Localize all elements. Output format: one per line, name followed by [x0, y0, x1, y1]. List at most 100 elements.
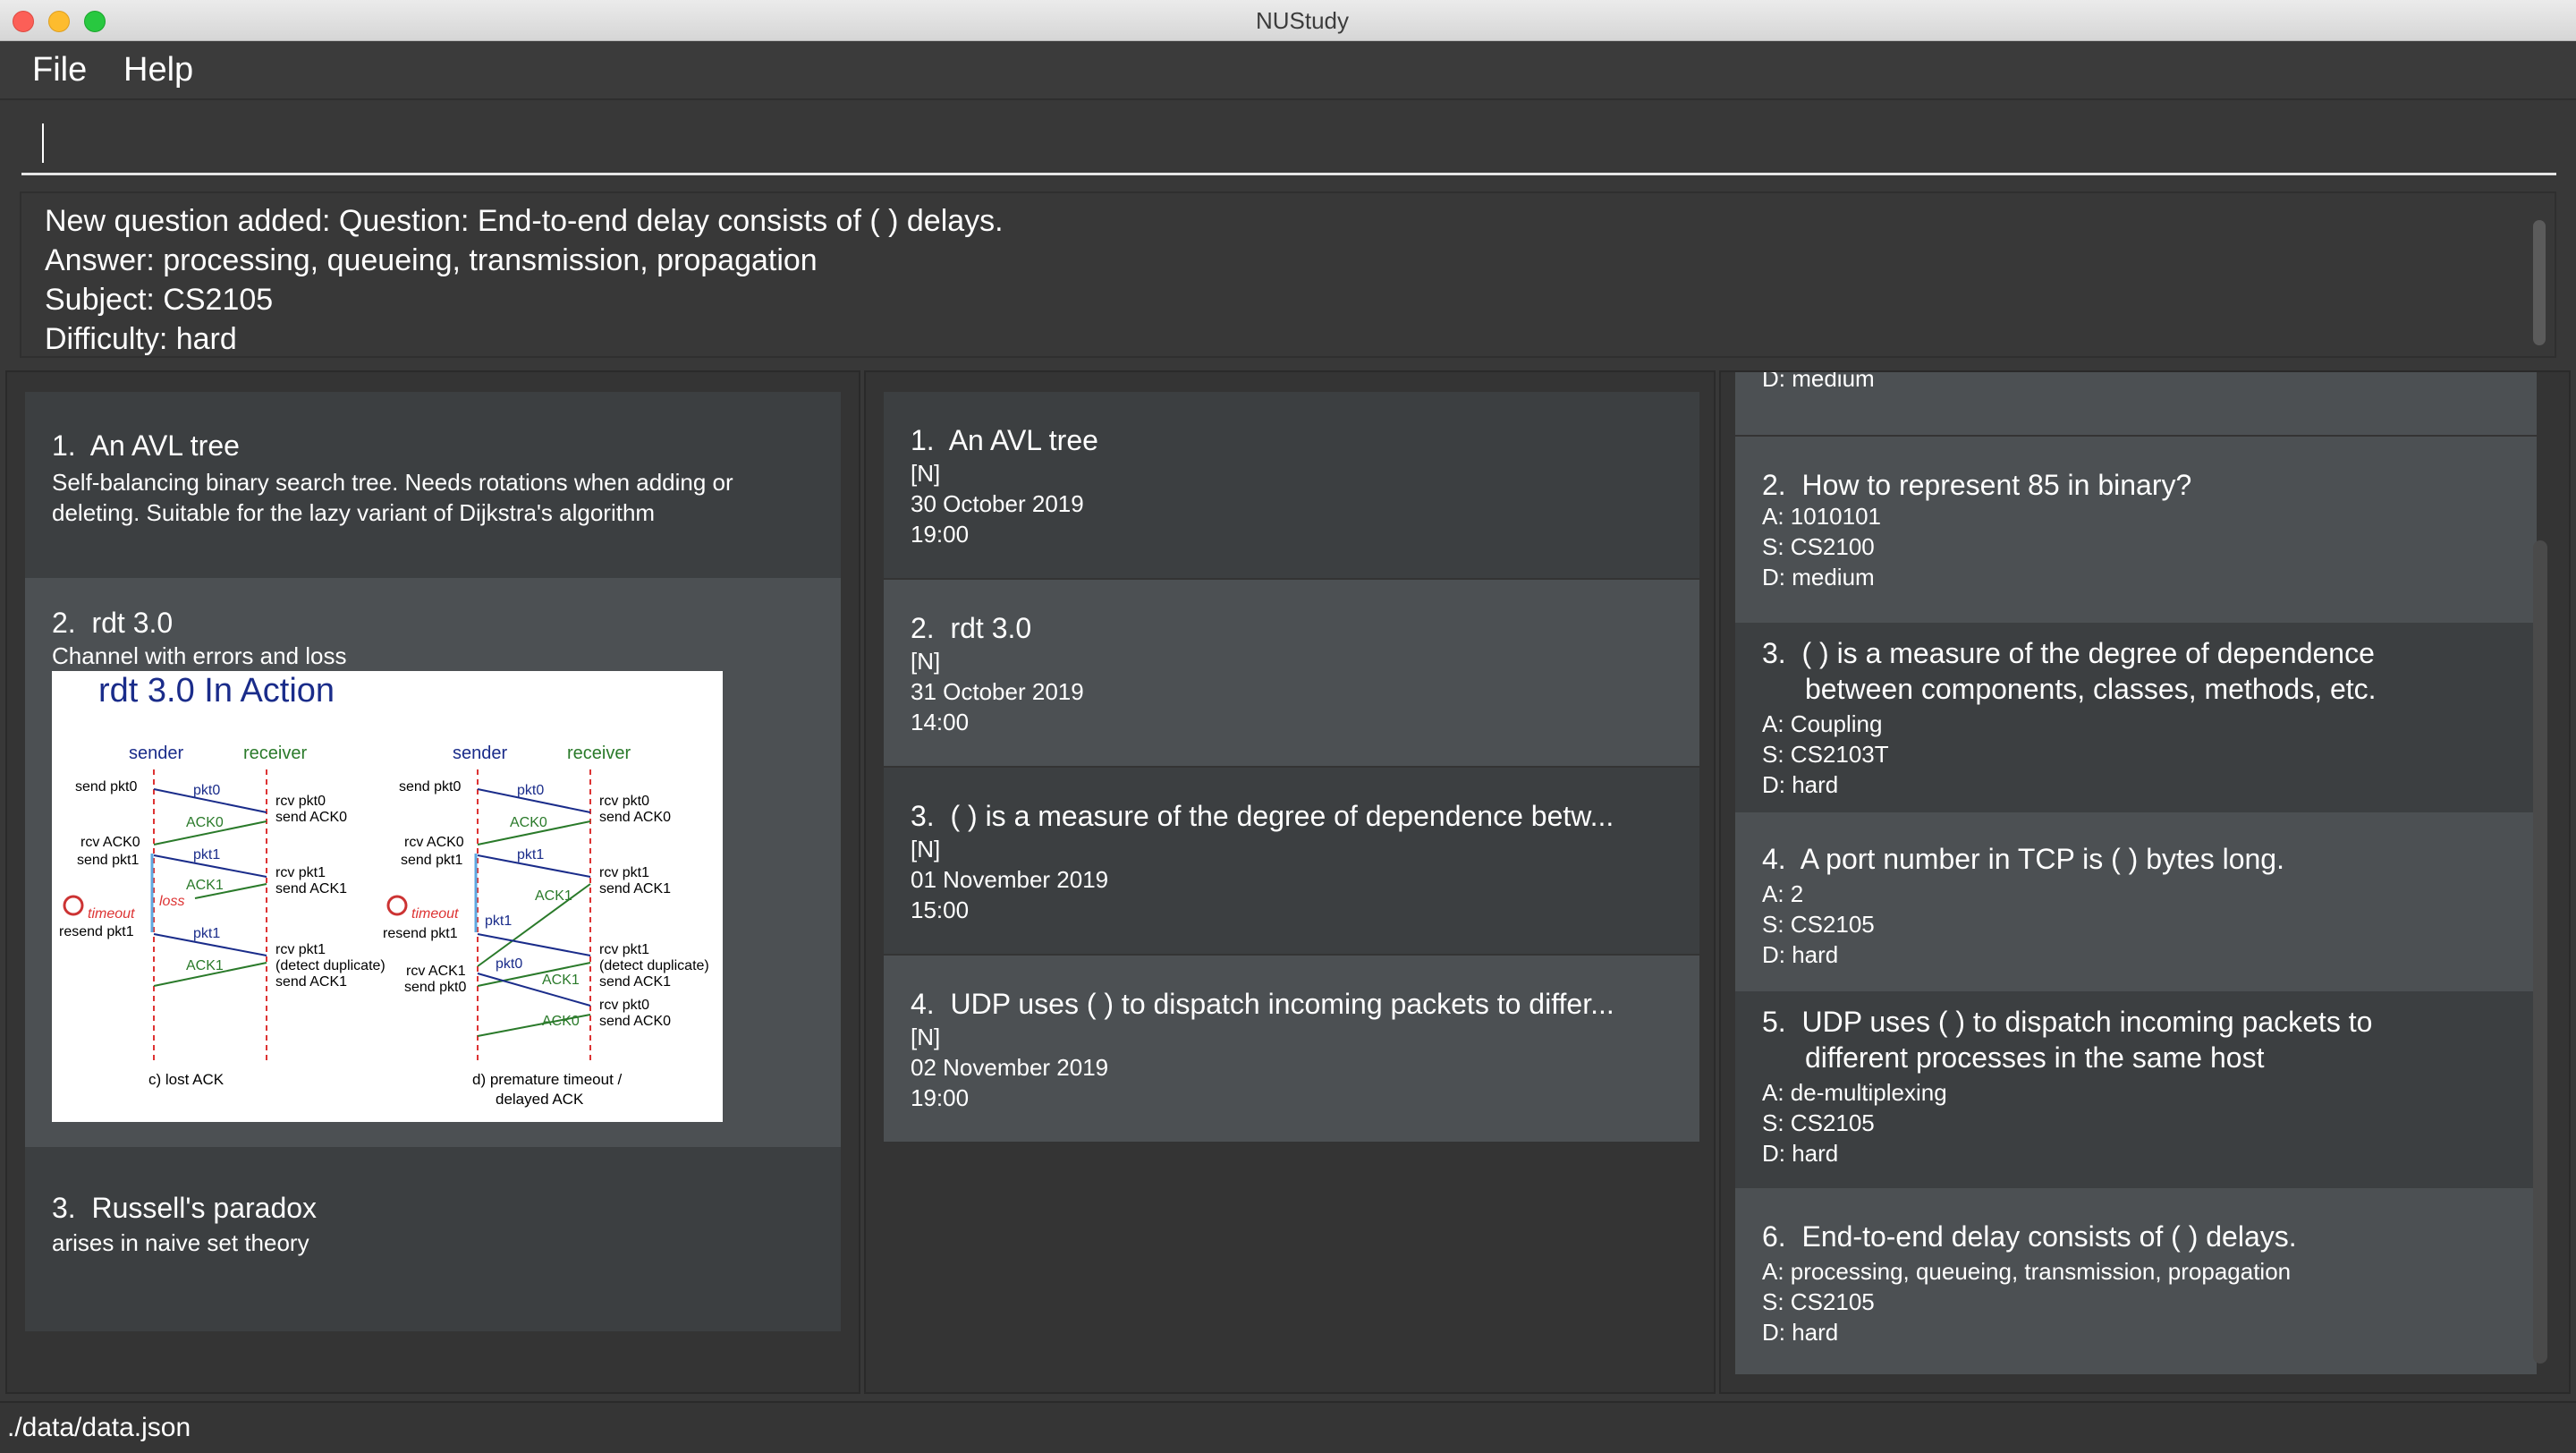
event-card[interactable]: 3. ( ) is a measure of the degree of dep… — [884, 768, 1699, 954]
menu-help[interactable]: Help — [123, 41, 193, 98]
image-receiver-label: receiver — [243, 743, 307, 763]
question-answer: A: Coupling — [1762, 710, 1883, 737]
question-difficulty: D: medium — [1762, 370, 1875, 392]
event-index: 4. — [911, 988, 935, 1020]
question-title-line2: different processes in the same host — [1805, 1041, 2265, 1074]
question-title: 2. How to represent 85 in binary? — [1762, 467, 2496, 503]
note-card[interactable]: 1. An AVL tree Self-balancing binary sea… — [25, 392, 841, 578]
event-tag: [N] — [911, 460, 941, 487]
question-card[interactable]: 3. ( ) is a measure of the degree of dep… — [1735, 623, 2537, 812]
question-index: 4. — [1762, 843, 1786, 875]
event-title-text: rdt 3.0 — [950, 612, 1032, 644]
event-card[interactable]: 1. An AVL tree [N] 30 October 2019 19:00 — [884, 392, 1699, 578]
app-icon — [1232, 13, 1241, 29]
menu-bar: File Help — [0, 41, 2576, 100]
event-title-text: ( ) is a measure of the degree of depend… — [950, 800, 1614, 832]
question-title: 3. ( ) is a measure of the degree of dep… — [1762, 637, 2375, 670]
result-scrollbar[interactable] — [2533, 220, 2546, 345]
note-card[interactable]: 2. rdt 3.0 Channel with errors and loss … — [25, 578, 841, 1147]
questions-scrollbar[interactable] — [2533, 540, 2547, 1364]
questions-panel[interactable]: D: medium 2. How to represent 85 in bina… — [1719, 370, 2571, 1394]
image-label: send pkt0 — [399, 779, 461, 794]
question-index: 2. — [1762, 469, 1786, 501]
image-arrow-label: ACK1 — [186, 878, 224, 893]
note-content: Self-balancing binary search tree. Needs… — [52, 469, 733, 526]
question-subject: S: CS2105 — [1762, 1109, 1875, 1136]
image-arrow-label: pkt1 — [193, 926, 220, 941]
note-title-text: Russell's paradox — [91, 1192, 318, 1224]
image-label: resend pkt1 — [59, 924, 134, 939]
image-arrow-label: ACK1 — [535, 888, 572, 904]
command-box — [0, 100, 2576, 183]
image-label: rcv pkt1 — [599, 942, 649, 957]
note-index: 1. — [52, 429, 76, 462]
question-title: 4. A port number in TCP is ( ) bytes lon… — [1762, 843, 2284, 876]
event-title: 3. ( ) is a measure of the degree of dep… — [911, 800, 1614, 833]
image-arrow-label: loss — [159, 894, 184, 909]
note-title-text: rdt 3.0 — [91, 607, 174, 639]
image-arrow-label: pkt1 — [517, 847, 544, 862]
question-card[interactable]: 6. End-to-end delay consists of ( ) dela… — [1735, 1188, 2537, 1374]
question-title-text: ( ) is a measure of the degree of depend… — [1801, 637, 2375, 669]
image-label: send pkt1 — [77, 853, 139, 868]
menu-file[interactable]: File — [32, 41, 87, 98]
event-card[interactable]: 2. rdt 3.0 [N] 31 October 2019 14:00 — [884, 580, 1699, 766]
image-label: rcv pkt1 — [275, 865, 326, 880]
events-panel[interactable]: 1. An AVL tree [N] 30 October 2019 19:00… — [864, 370, 1716, 1394]
event-card[interactable]: 4. UDP uses ( ) to dispatch incoming pac… — [884, 956, 1699, 1142]
question-difficulty: D: hard — [1762, 1140, 1839, 1167]
image-label: rcv pkt0 — [275, 794, 326, 809]
note-content: Channel with errors and loss — [52, 642, 347, 669]
notes-panel[interactable]: 1. An AVL tree Self-balancing binary sea… — [5, 370, 860, 1394]
question-card[interactable]: 4. A port number in TCP is ( ) bytes lon… — [1735, 812, 2537, 991]
question-title-text: How to represent 85 in binary? — [1801, 469, 2192, 501]
command-input[interactable] — [21, 113, 2556, 175]
image-arrow-label: ACK0 — [542, 1014, 580, 1029]
event-title: 4. UDP uses ( ) to dispatch incoming pac… — [911, 988, 1614, 1021]
event-tag: [N] — [911, 836, 941, 862]
note-content: arises in naive set theory — [52, 1229, 309, 1256]
question-title-line2: between components, classes, methods, et… — [1805, 673, 2377, 705]
image-caption: d) premature timeout / — [472, 1071, 623, 1088]
image-heading: rdt 3.0 In Action — [98, 672, 335, 710]
question-card[interactable]: 2. How to represent 85 in binary? A: 101… — [1735, 437, 2537, 623]
event-time: 14:00 — [911, 709, 970, 735]
note-index: 3. — [52, 1192, 76, 1224]
event-time: 19:00 — [911, 521, 970, 548]
image-label: rcv pkt1 — [275, 942, 326, 957]
question-difficulty: D: medium — [1762, 564, 1875, 591]
question-card[interactable]: D: medium — [1735, 372, 2537, 435]
note-image: rdt 3.0 In Action sender receiver send p… — [52, 671, 723, 1122]
image-label: send pkt1 — [401, 853, 462, 868]
image-label: (detect duplicate) — [275, 958, 386, 973]
question-subject: S: CS2105 — [1762, 1288, 1875, 1315]
question-title: 6. End-to-end delay consists of ( ) dela… — [1762, 1220, 2297, 1253]
question-card[interactable]: 5. UDP uses ( ) to dispatch incoming pac… — [1735, 991, 2537, 1188]
image-label: resend pkt1 — [383, 926, 458, 941]
image-label: (detect duplicate) — [599, 958, 709, 973]
image-label: rcv pkt0 — [599, 794, 649, 809]
image-label: timeout — [88, 906, 135, 922]
question-title-text: End-to-end delay consists of ( ) delays. — [1801, 1220, 2297, 1253]
event-date: 02 November 2019 — [911, 1054, 1109, 1081]
event-title: 2. rdt 3.0 — [911, 612, 1031, 645]
question-index: 3. — [1762, 637, 1786, 669]
image-label: rcv pkt0 — [599, 998, 649, 1013]
result-display[interactable]: New question added: Question: End-to-end… — [20, 191, 2556, 358]
window-title: NUStudy — [1255, 6, 1350, 34]
note-card[interactable]: 3. Russell's paradox arises in naive set… — [25, 1147, 841, 1331]
event-date: 01 November 2019 — [911, 866, 1109, 893]
question-answer: A: 2 — [1762, 880, 1804, 907]
title-bar: NUStudy — [0, 0, 2576, 41]
note-title: 3. Russell's paradox — [52, 1192, 317, 1225]
image-receiver-label: receiver — [567, 743, 631, 763]
image-sender-label: sender — [129, 743, 183, 763]
event-date: 30 October 2019 — [911, 490, 1084, 517]
image-arrow-label: ACK1 — [542, 973, 580, 988]
image-label: send ACK1 — [599, 974, 671, 990]
image-arrow-label: pkt1 — [193, 847, 220, 862]
image-arrow-label: pkt0 — [517, 783, 544, 798]
image-label: send ACK0 — [275, 810, 347, 825]
note-index: 2. — [52, 607, 76, 639]
result-line: Subject: CS2105 — [45, 283, 274, 317]
